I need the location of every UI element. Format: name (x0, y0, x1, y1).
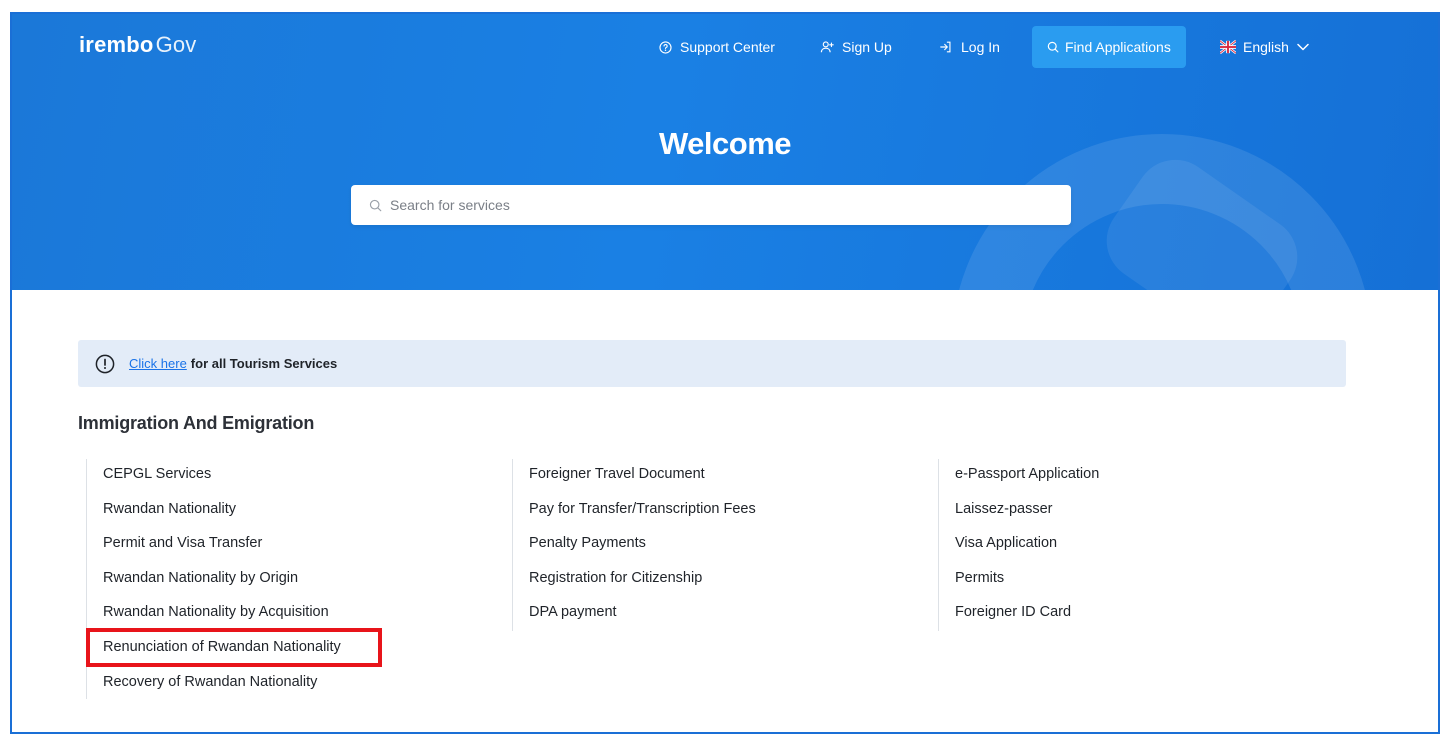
service-column-1: CEPGL Services Rwandan Nationality Permi… (86, 459, 382, 702)
service-link[interactable]: Foreigner Travel Document (529, 459, 756, 494)
service-link[interactable]: Rwandan Nationality by Acquisition (103, 597, 378, 632)
add-user-icon (819, 39, 835, 55)
service-link-highlighted[interactable]: Renunciation of Rwandan Nationality (86, 627, 382, 667)
service-link[interactable]: Registration for Citizenship (529, 563, 756, 598)
tourism-services-link[interactable]: Click here (129, 356, 187, 371)
service-link[interactable]: e-Passport Application (955, 459, 1099, 494)
tourism-alert-banner: Click here for all Tourism Services (78, 340, 1346, 387)
service-link[interactable]: CEPGL Services (103, 459, 378, 494)
service-link[interactable]: Foreigner ID Card (955, 597, 1099, 632)
service-link[interactable]: DPA payment (529, 597, 756, 632)
page-frame: iremboGov Support Center Sign Up Log In (10, 12, 1440, 734)
service-link[interactable]: Rwandan Nationality (103, 494, 378, 529)
service-column-3: e-Passport Application Laissez-passer Vi… (938, 459, 1099, 631)
service-link[interactable]: Laissez-passer (955, 494, 1099, 529)
welcome-heading: Welcome (658, 126, 792, 161)
sign-up-link[interactable]: Sign Up (819, 26, 892, 68)
login-arrow-icon (938, 39, 954, 55)
search-icon (1046, 39, 1059, 55)
service-link[interactable]: Pay for Transfer/Transcription Fees (529, 494, 756, 529)
hero-banner: iremboGov Support Center Sign Up Log In (12, 14, 1438, 290)
search-icon (369, 199, 382, 212)
service-link[interactable]: Recovery of Rwandan Nationality (103, 667, 378, 702)
section-title: Immigration And Emigration (78, 413, 315, 433)
exclamation-circle-icon (95, 354, 115, 374)
service-link[interactable]: Visa Application (955, 528, 1099, 563)
uk-flag-icon (1220, 39, 1236, 55)
language-selector[interactable]: English (1220, 26, 1309, 68)
service-column-2: Foreigner Travel Document Pay for Transf… (512, 459, 756, 631)
service-link[interactable]: Penalty Payments (529, 528, 756, 563)
service-link[interactable]: Rwandan Nationality by Origin (103, 563, 378, 598)
support-center-link[interactable]: Support Center (657, 26, 775, 68)
log-in-link[interactable]: Log In (938, 26, 1000, 68)
search-input[interactable] (390, 197, 1050, 213)
service-link[interactable]: Permit and Visa Transfer (103, 528, 378, 563)
question-circle-icon (657, 39, 673, 55)
find-applications-button[interactable]: Find Applications (1032, 26, 1186, 68)
top-nav: Support Center Sign Up Log In Find Appli… (12, 26, 1438, 68)
alert-text: for all Tourism Services (190, 356, 338, 371)
service-link[interactable]: Permits (955, 563, 1099, 598)
chevron-down-icon (1297, 43, 1309, 51)
service-search-bar[interactable] (351, 185, 1071, 225)
